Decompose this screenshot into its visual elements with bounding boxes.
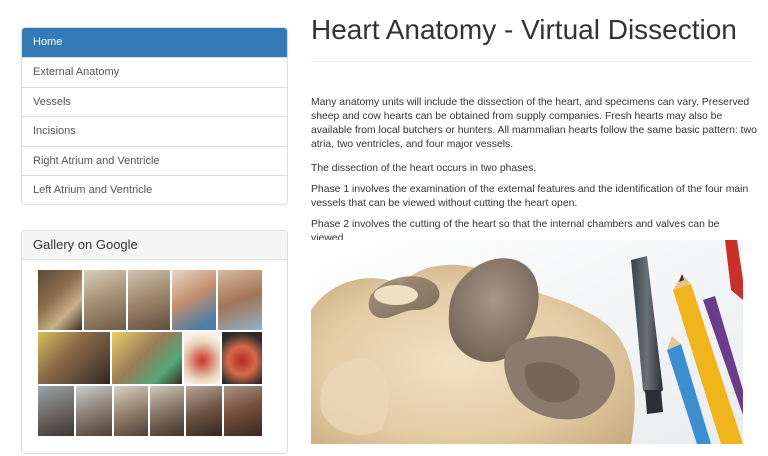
- gallery-panel-title: Gallery on Google: [22, 231, 287, 260]
- nav-item-external-anatomy[interactable]: External Anatomy: [22, 57, 287, 87]
- gallery-thumbnail[interactable]: [128, 270, 170, 330]
- gallery-thumbnail[interactable]: [186, 386, 222, 436]
- phases-paragraph: The dissection of the heart occurs in tw…: [311, 163, 537, 174]
- gallery-thumbnail[interactable]: [114, 386, 148, 436]
- gallery-thumbnail[interactable]: [38, 332, 110, 384]
- gallery-thumbnail[interactable]: [218, 270, 262, 330]
- gallery-thumbnail[interactable]: [38, 270, 82, 330]
- gallery-thumbnail[interactable]: [184, 332, 220, 384]
- gallery-thumbnail[interactable]: [224, 386, 262, 436]
- gallery-collage[interactable]: [38, 270, 262, 436]
- phase1-paragraph: Phase 1 involves the examination of the …: [311, 184, 749, 209]
- gallery-thumbnail[interactable]: [84, 270, 126, 330]
- nav-item-home[interactable]: Home: [22, 28, 287, 58]
- gallery-thumbnail[interactable]: [76, 386, 112, 436]
- gallery-thumbnail[interactable]: [38, 386, 74, 436]
- title-divider: [311, 61, 753, 62]
- nav-item-incisions[interactable]: Incisions: [22, 116, 287, 146]
- gallery-panel: Gallery on Google: [21, 230, 288, 454]
- intro-paragraph: Many anatomy units will include the diss…: [311, 97, 757, 150]
- gallery-thumbnail[interactable]: [172, 270, 216, 330]
- gallery-thumbnail[interactable]: [150, 386, 184, 436]
- gallery-thumbnail[interactable]: [222, 332, 262, 384]
- sidebar-nav: Home External Anatomy Vessels Incisions …: [21, 27, 288, 206]
- gallery-thumbnail[interactable]: [112, 332, 182, 384]
- page-title: Heart Anatomy - Virtual Dissection: [311, 14, 737, 45]
- nav-item-right-atrium-ventricle[interactable]: Right Atrium and Ventricle: [22, 145, 287, 175]
- nav-item-left-atrium-ventricle[interactable]: Left Atrium and Ventricle: [22, 174, 287, 205]
- heart-dissection-photo: [311, 240, 743, 444]
- nav-item-vessels[interactable]: Vessels: [22, 86, 287, 117]
